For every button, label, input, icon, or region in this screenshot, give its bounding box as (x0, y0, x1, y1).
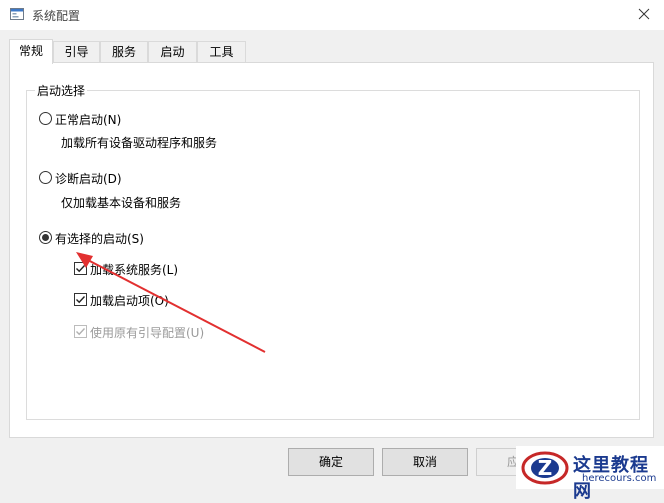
tab-general[interactable]: 常规 (9, 39, 53, 64)
cancel-button[interactable]: 取消 (382, 448, 468, 476)
diagnostic-startup-radio[interactable] (39, 171, 52, 184)
diagnostic-startup-description: 仅加载基本设备和服务 (61, 196, 182, 210)
load-startup-items-checkbox[interactable] (74, 293, 87, 306)
load-startup-items-label[interactable]: 加载启动项(O) (90, 292, 169, 309)
use-original-boot-config-checkbox (74, 325, 87, 338)
tab-services[interactable]: 服务 (100, 41, 148, 63)
svg-text:Z: Z (538, 456, 553, 480)
ok-button[interactable]: 确定 (288, 448, 374, 476)
diagnostic-startup-label[interactable]: 诊断启动(D) (55, 170, 122, 187)
radio-selected-dot (42, 234, 49, 241)
tab-startup[interactable]: 启动 (148, 41, 197, 63)
normal-startup-label[interactable]: 正常启动(N) (55, 111, 121, 128)
use-original-boot-config-label: 使用原有引导配置(U) (90, 326, 205, 340)
normal-startup-description: 加载所有设备驱动程序和服务 (61, 136, 218, 150)
normal-startup-radio[interactable] (39, 112, 52, 125)
load-system-services-label[interactable]: 加载系统服务(L) (90, 261, 178, 278)
selective-startup-radio[interactable] (39, 231, 52, 244)
close-icon (638, 8, 650, 20)
title-bar: 系统配置 (0, 0, 664, 30)
window-title: 系统配置 (32, 9, 81, 23)
system-config-icon (10, 8, 24, 20)
close-button[interactable] (628, 2, 662, 28)
selective-startup-label[interactable]: 有选择的启动(S) (55, 230, 144, 247)
tab-boot[interactable]: 引导 (53, 41, 100, 63)
group-legend: 启动选择 (35, 82, 88, 99)
watermark-url: herecours.com (582, 473, 657, 484)
z-logo-icon: Z (521, 451, 569, 485)
checkmark-icon (76, 328, 86, 336)
load-system-services-checkbox[interactable] (74, 262, 87, 275)
watermark: Z 这里教程网 herecours.com (516, 446, 664, 502)
checkmark-icon (76, 296, 86, 304)
tab-tools[interactable]: 工具 (197, 41, 246, 63)
checkmark-icon (76, 265, 86, 273)
